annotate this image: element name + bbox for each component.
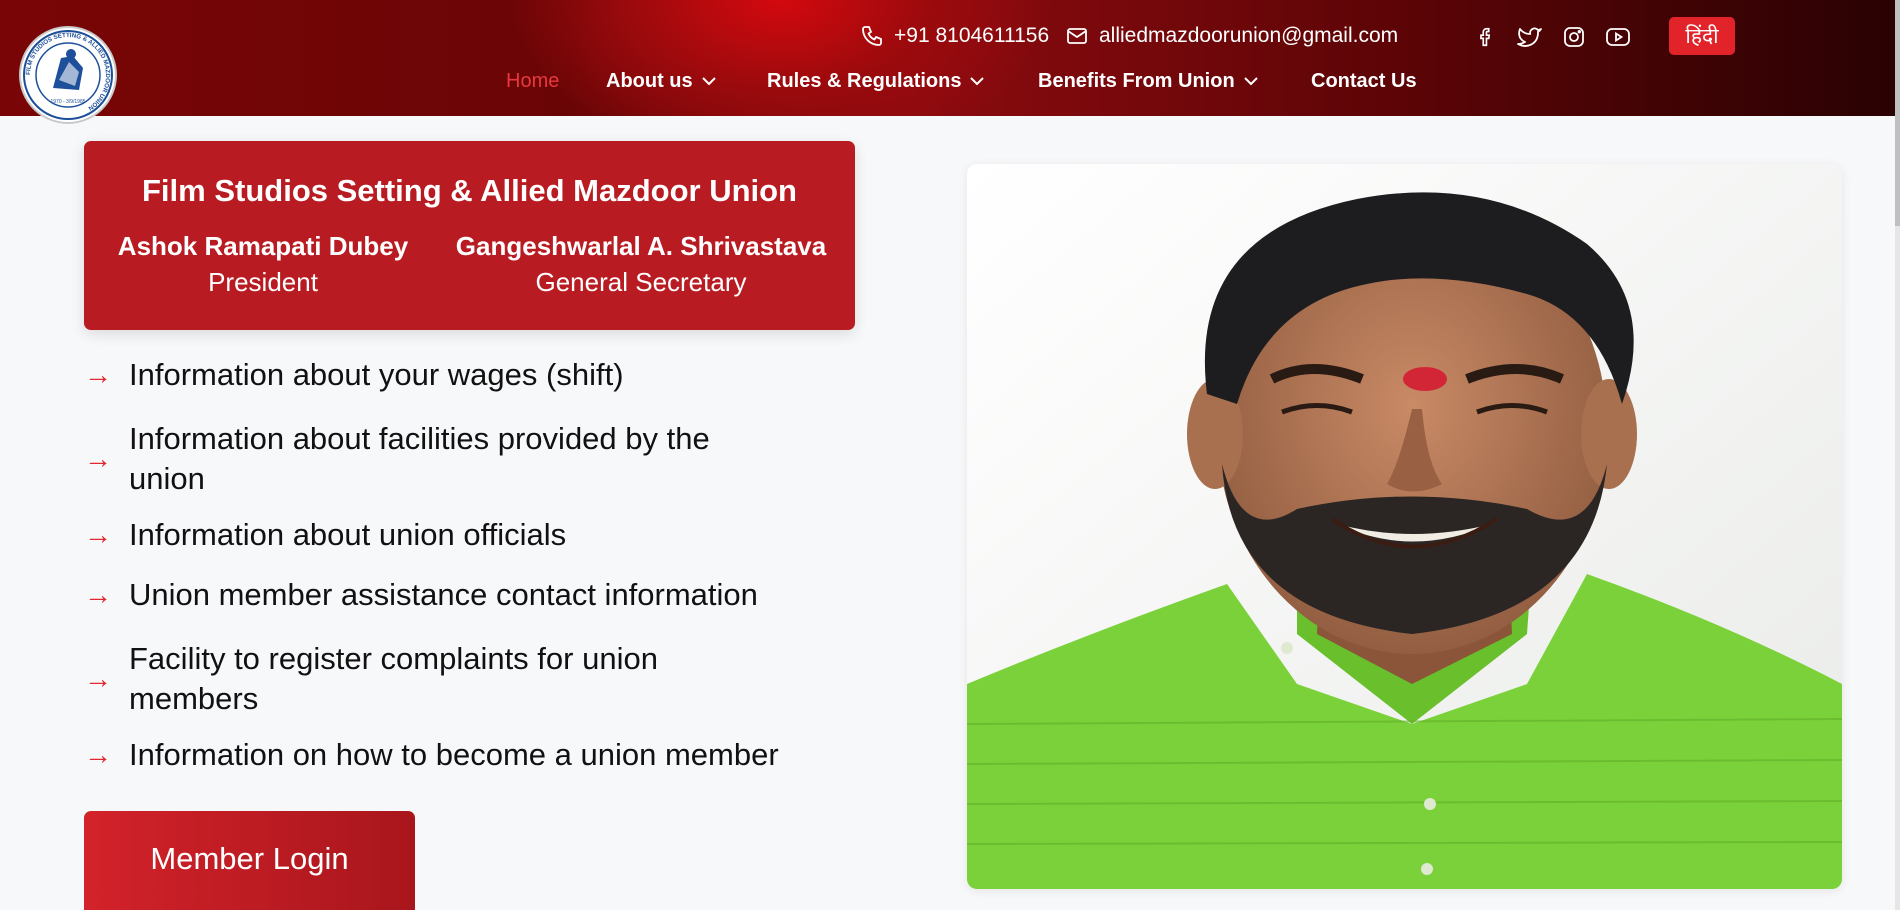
- twitter-icon[interactable]: [1515, 24, 1545, 50]
- site-header: FILM STUDIOS SETTING & ALLIED MAZDOOR UN…: [0, 0, 1895, 124]
- arrow-right-icon: →: [84, 519, 112, 550]
- member-login-button[interactable]: Member Login: [84, 811, 415, 910]
- feature-text: Information about facilities provided by…: [129, 421, 710, 496]
- mail-icon: [1065, 24, 1089, 48]
- officer-general-secretary: Gangeshwarlal A. Shrivastava General Sec…: [440, 231, 842, 298]
- scrollbar-thumb[interactable]: [1895, 0, 1900, 226]
- list-item: → Information on how to become a union m…: [84, 735, 884, 775]
- nav-rules-regulations[interactable]: Rules & Regulations: [767, 64, 987, 98]
- logo-emblem-icon: FILM STUDIOS SETTING & ALLIED MAZDOOR UN…: [23, 30, 113, 120]
- chevron-down-icon: [1241, 71, 1261, 91]
- officer-president: Ashok Ramapati Dubey President: [112, 231, 414, 298]
- arrow-right-icon: →: [84, 579, 112, 610]
- nav-about-us[interactable]: About us: [606, 64, 719, 98]
- arrow-right-icon: →: [84, 359, 112, 390]
- list-item: → Information about your wages (shift): [84, 355, 884, 395]
- nav-home[interactable]: Home: [506, 64, 559, 98]
- union-info-card: Film Studios Setting & Allied Mazdoor Un…: [84, 141, 855, 330]
- nav-about-us-label: About us: [606, 69, 693, 92]
- nav-home-label: Home: [506, 69, 560, 92]
- officer-role: President: [208, 267, 318, 297]
- arrow-right-icon: →: [84, 739, 112, 770]
- feature-text: Union member assistance contact informat…: [129, 577, 758, 612]
- header-email[interactable]: alliedmazdoorunion@gmail.com: [1065, 18, 1398, 54]
- feature-text: Information on how to become a union mem…: [129, 737, 779, 772]
- nav-benefits-label: Benefits From Union: [1038, 69, 1235, 92]
- nav-rules-label: Rules & Regulations: [767, 69, 962, 92]
- arrow-right-icon: →: [84, 663, 112, 694]
- union-name: Film Studios Setting & Allied Mazdoor Un…: [142, 173, 797, 208]
- header-phone[interactable]: +91 8104611156: [860, 18, 1049, 54]
- nav-contact-label: Contact Us: [1311, 69, 1417, 92]
- instagram-icon[interactable]: [1559, 24, 1589, 50]
- nav-benefits[interactable]: Benefits From Union: [1038, 64, 1261, 98]
- phone-number: +91 8104611156: [894, 24, 1050, 47]
- feature-text: Information about your wages (shift): [129, 357, 624, 392]
- nav-contact-us[interactable]: Contact Us: [1311, 64, 1417, 98]
- officer-role: General Secretary: [535, 267, 747, 297]
- officer-name: Gangeshwarlal A. Shrivastava: [455, 231, 827, 261]
- page-scrollbar[interactable]: [1895, 0, 1900, 910]
- union-logo[interactable]: FILM STUDIOS SETTING & ALLIED MAZDOOR UN…: [19, 26, 117, 124]
- chevron-down-icon: [699, 71, 719, 91]
- portrait-image: [967, 164, 1842, 889]
- list-item: → Facility to register complaints for un…: [84, 639, 884, 719]
- facebook-icon[interactable]: [1471, 24, 1501, 50]
- arrow-right-icon: →: [84, 443, 112, 474]
- feature-text: Facility to register complaints for unio…: [129, 641, 658, 716]
- phone-icon: [860, 24, 884, 48]
- president-photo: [967, 164, 1842, 889]
- list-item: → Union member assistance contact inform…: [84, 575, 884, 615]
- list-item: → Information about facilities provided …: [84, 419, 884, 499]
- svg-text:1970 - 3/9/1985: 1970 - 3/9/1985: [50, 99, 85, 105]
- chevron-down-icon: [967, 71, 987, 91]
- language-toggle-button[interactable]: हिंदी: [1669, 17, 1735, 55]
- email-address: alliedmazdoorunion@gmail.com: [1099, 24, 1399, 47]
- social-links: [1471, 24, 1633, 50]
- youtube-icon[interactable]: [1603, 24, 1633, 50]
- feature-text: Information about union officials: [129, 517, 567, 552]
- officer-name: Ashok Ramapati Dubey: [117, 231, 409, 261]
- list-item: → Information about union officials: [84, 515, 884, 555]
